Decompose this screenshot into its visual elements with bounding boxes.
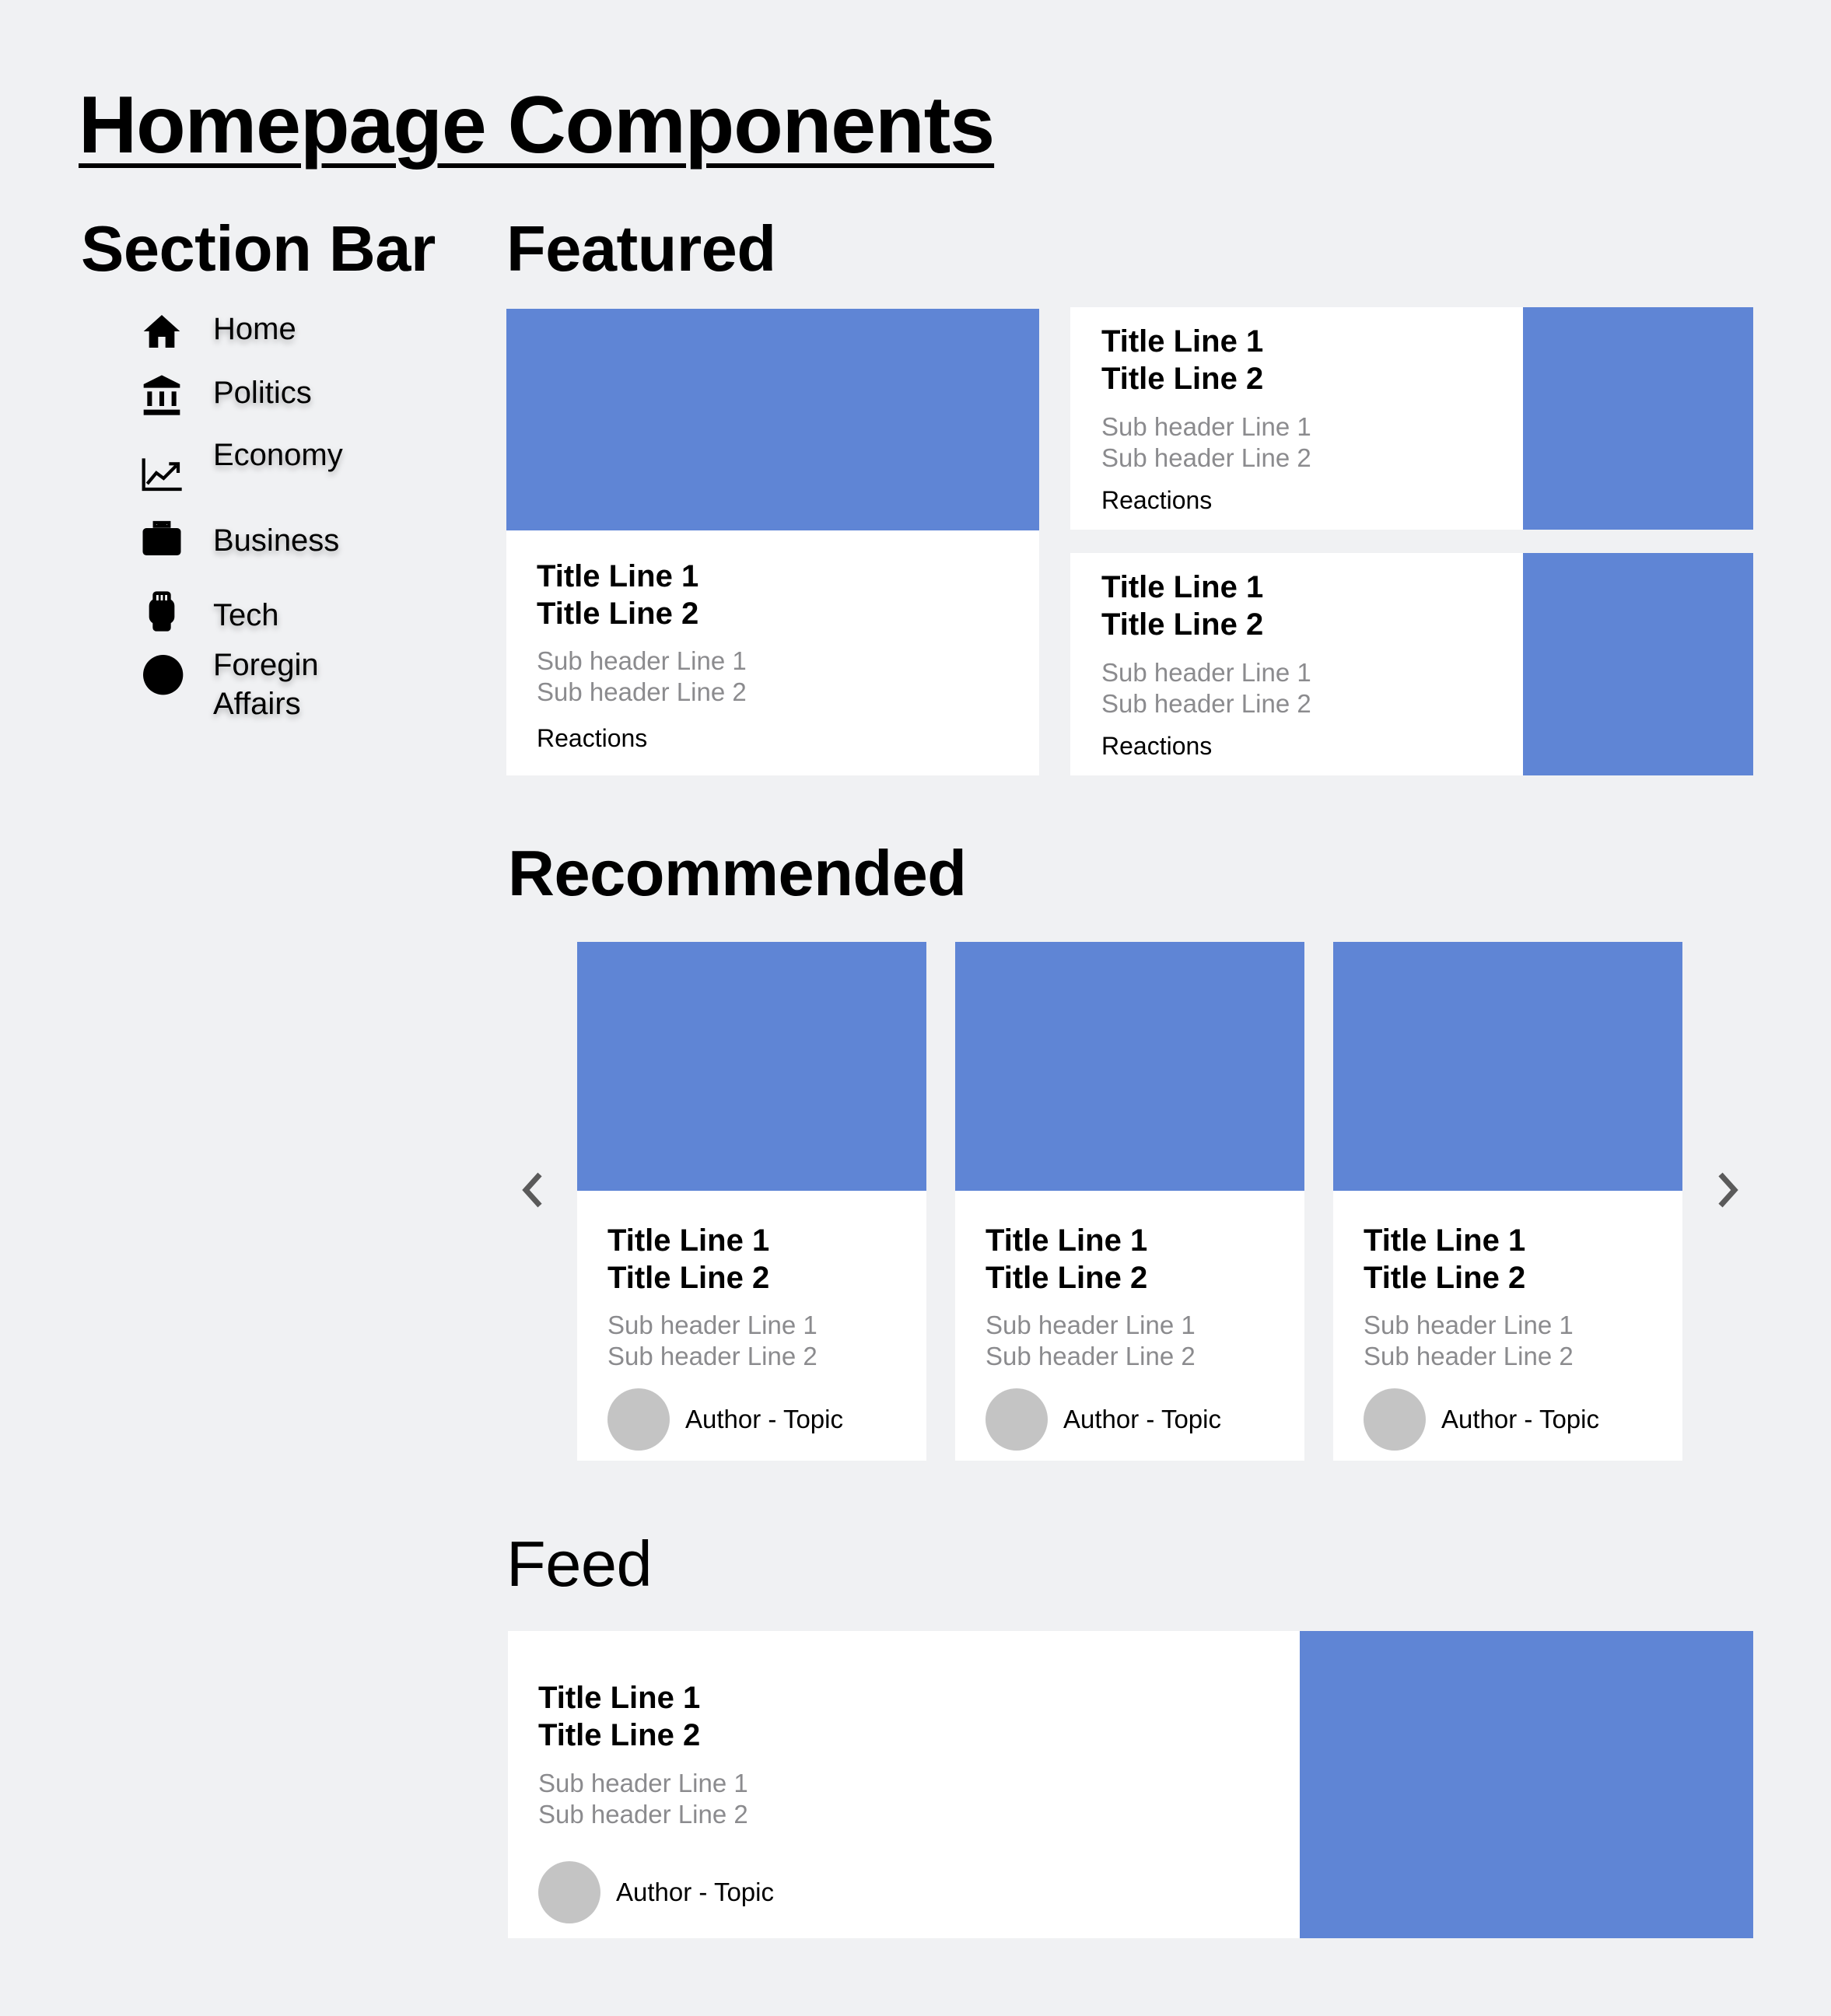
card-title-line-2: Title Line 2 <box>1101 362 1264 396</box>
avatar <box>538 1861 600 1923</box>
recommended-card[interactable]: Title Line 1 Title Line 2 Sub header Lin… <box>577 942 926 1461</box>
avatar <box>986 1388 1048 1451</box>
avatar <box>607 1388 670 1451</box>
sidebar-item-home[interactable]: Home <box>140 310 296 353</box>
recommended-card-image <box>955 942 1304 1191</box>
card-byline[interactable]: Author - Topic <box>616 1877 774 1908</box>
card-title-line-1: Title Line 1 <box>1101 570 1264 604</box>
sidebar-item-politics[interactable]: Politics <box>140 373 312 417</box>
chevron-left-icon <box>522 1172 542 1208</box>
card-title-line-2: Title Line 2 <box>986 1261 1148 1295</box>
card-title-line-1: Title Line 1 <box>537 559 699 593</box>
card-subheader-line-2: Sub header Line 2 <box>1101 443 1311 472</box>
card-subheader-line-2: Sub header Line 2 <box>607 1342 817 1370</box>
sidebar-item-label-line2: Affairs <box>213 687 301 721</box>
featured-side-image <box>1523 307 1753 530</box>
card-subheader-line-1: Sub header Line 1 <box>607 1311 817 1339</box>
card-title-line-1: Title Line 1 <box>986 1223 1148 1258</box>
watch-icon <box>140 590 184 633</box>
card-subheader-line-1: Sub header Line 1 <box>537 646 747 675</box>
sidebar-item-label: Tech <box>213 598 279 632</box>
card-title-line-2: Title Line 2 <box>607 1261 770 1295</box>
card-byline[interactable]: Author - Topic <box>1441 1404 1599 1435</box>
card-title-line-2: Title Line 2 <box>1101 607 1264 642</box>
card-title-line-2: Title Line 2 <box>537 597 699 631</box>
recommended-card[interactable]: Title Line 1 Title Line 2 Sub header Lin… <box>1333 942 1682 1461</box>
featured-side-card[interactable]: Title Line 1 Title Line 2 Sub header Lin… <box>1070 553 1753 775</box>
card-subheader-line-1: Sub header Line 1 <box>1364 1311 1574 1339</box>
featured-side-card[interactable]: Title Line 1 Title Line 2 Sub header Lin… <box>1070 307 1753 530</box>
sidebar-item-label: Home <box>213 312 296 346</box>
card-subheader-line-2: Sub header Line 2 <box>538 1800 748 1829</box>
card-subheader-line-2: Sub header Line 2 <box>537 677 747 706</box>
feed-card[interactable]: Title Line 1 Title Line 2 Sub header Lin… <box>508 1631 1753 1938</box>
card-title-line-1: Title Line 1 <box>1101 324 1264 359</box>
card-subheader-line-1: Sub header Line 1 <box>1101 412 1311 441</box>
sidebar-item-label: Business <box>213 523 340 558</box>
avatar <box>1364 1388 1426 1451</box>
chevron-right-icon <box>1718 1172 1738 1208</box>
card-title-line-2: Title Line 2 <box>1364 1261 1526 1295</box>
featured-main-image <box>506 309 1039 530</box>
card-reactions[interactable]: Reactions <box>1101 730 1212 761</box>
home-icon <box>140 310 184 353</box>
feed-card-image <box>1300 1631 1753 1938</box>
sidebar-item-foreign-affairs[interactable]: Foregin Affairs <box>140 648 319 721</box>
card-subheader-line-1: Sub header Line 1 <box>1101 658 1311 687</box>
recommended-card-image <box>1333 942 1682 1191</box>
recommended-card-image <box>577 942 926 1191</box>
card-subheader-line-2: Sub header Line 2 <box>1101 689 1311 718</box>
card-reactions[interactable]: Reactions <box>1101 485 1212 516</box>
sidebar-item-business[interactable]: Business <box>140 517 339 561</box>
page-title: Homepage Components <box>79 80 995 170</box>
card-subheader-line-2: Sub header Line 2 <box>986 1342 1196 1370</box>
featured-side-image <box>1523 553 1753 775</box>
trending-up-icon <box>140 451 184 495</box>
card-title-line-2: Title Line 2 <box>538 1718 701 1752</box>
sidebar-item-tech[interactable]: Tech <box>140 590 279 633</box>
card-title-line-1: Title Line 1 <box>607 1223 770 1258</box>
feed-heading: Feed <box>506 1528 653 1600</box>
briefcase-icon <box>140 517 184 561</box>
bank-icon <box>140 373 184 417</box>
sidebar-item-label: Politics <box>213 376 312 410</box>
circle-icon <box>143 655 187 698</box>
carousel-next-button[interactable] <box>1708 1165 1745 1215</box>
card-subheader-line-1: Sub header Line 1 <box>538 1769 748 1797</box>
card-byline[interactable]: Author - Topic <box>685 1404 843 1435</box>
card-byline[interactable]: Author - Topic <box>1063 1404 1221 1435</box>
recommended-card[interactable]: Title Line 1 Title Line 2 Sub header Lin… <box>955 942 1304 1461</box>
section-bar-heading: Section Bar <box>81 212 436 285</box>
card-title-line-1: Title Line 1 <box>1364 1223 1526 1258</box>
carousel-prev-button[interactable] <box>515 1165 552 1215</box>
card-reactions[interactable]: Reactions <box>537 723 647 754</box>
card-subheader-line-1: Sub header Line 1 <box>986 1311 1196 1339</box>
sidebar-item-label: Foregin <box>213 648 319 682</box>
sidebar-item-economy[interactable]: Economy <box>140 438 343 495</box>
card-title-line-1: Title Line 1 <box>538 1681 701 1715</box>
recommended-heading: Recommended <box>508 837 967 909</box>
sidebar-item-label: Economy <box>213 438 343 472</box>
card-subheader-line-2: Sub header Line 2 <box>1364 1342 1574 1370</box>
featured-main-card[interactable]: Title Line 1 Title Line 2 Sub header Lin… <box>506 309 1039 775</box>
featured-heading: Featured <box>506 212 776 285</box>
